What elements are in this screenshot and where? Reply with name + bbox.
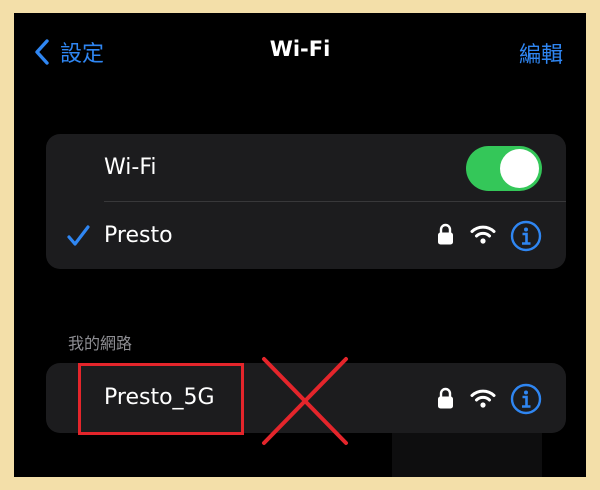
- toggle-knob: [500, 149, 539, 188]
- wifi-toggle[interactable]: [466, 146, 542, 191]
- wifi-toggle-row: Wi-Fi: [46, 134, 566, 201]
- checkmark-icon: [67, 225, 90, 246]
- annotation-highlight-box: [78, 363, 244, 435]
- lock-icon: [438, 387, 453, 409]
- phone-screen: 設定 Wi-Fi 編輯 Wi-Fi Presto 我的網路 Presto_5G: [14, 13, 586, 477]
- connected-network-name: Presto: [104, 223, 173, 248]
- annotation-cross-mark: [262, 357, 348, 445]
- wifi-icon: [470, 225, 496, 244]
- connected-network-row[interactable]: Presto: [46, 202, 566, 269]
- wifi-card: Wi-Fi Presto: [46, 134, 566, 269]
- info-icon[interactable]: [510, 383, 542, 415]
- edit-button[interactable]: 編輯: [519, 37, 563, 69]
- page-title: Wi-Fi: [269, 37, 331, 61]
- wifi-toggle-label: Wi-Fi: [104, 155, 157, 180]
- my-networks-header: 我的網路: [68, 334, 133, 353]
- info-icon[interactable]: [510, 220, 542, 252]
- navigation-bar: 設定 Wi-Fi 編輯: [14, 13, 586, 91]
- wifi-icon: [470, 389, 496, 408]
- lock-icon: [438, 223, 453, 245]
